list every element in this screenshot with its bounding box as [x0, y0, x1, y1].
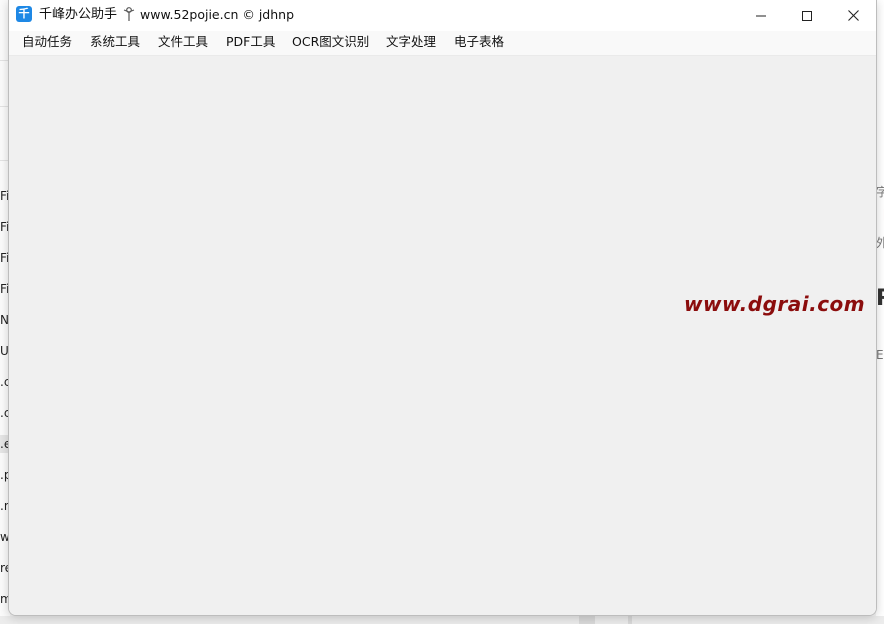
- watermark: www.dgrai.com: [684, 292, 866, 316]
- background-text: 外: [876, 236, 884, 250]
- content-area: [9, 56, 876, 615]
- pin-icon: [123, 7, 135, 21]
- maximize-icon: [802, 10, 812, 21]
- background-bottom-strip: [0, 616, 884, 624]
- app-logo-icon: 千: [16, 6, 32, 22]
- close-button[interactable]: [830, 0, 876, 31]
- menu-item-text-processing[interactable]: 文字处理: [382, 31, 440, 55]
- menu-item-spreadsheet[interactable]: 电子表格: [450, 31, 508, 55]
- background-right-pane: 字 【 外 R E,: [876, 0, 884, 624]
- menu-item-pdf-tools[interactable]: PDF工具: [222, 31, 279, 55]
- scrollbar-thumb[interactable]: [579, 616, 595, 624]
- background-text: 【: [876, 206, 884, 223]
- menu-item-file-tools[interactable]: 文件工具: [154, 31, 212, 55]
- background-text: 字: [876, 185, 884, 199]
- maximize-button[interactable]: [784, 0, 830, 31]
- window-subtitle: www.52pojie.cn © jdhnp: [140, 7, 295, 22]
- close-icon: [847, 10, 859, 21]
- window-title: 千峰办公助手: [39, 7, 118, 22]
- menu-item-system-tools[interactable]: 系统工具: [86, 31, 144, 55]
- menu-item-auto-tasks[interactable]: 自动任务: [18, 31, 76, 55]
- minimize-icon: [756, 15, 766, 16]
- menu-item-ocr[interactable]: OCR图文识别: [288, 31, 373, 55]
- background-text: E,: [876, 348, 884, 362]
- divider: [628, 616, 632, 624]
- menu-bar: 自动任务 系统工具 文件工具 PDF工具 OCR图文识别 文字处理 电子表格: [9, 31, 876, 56]
- title-bar[interactable]: 千 千峰办公助手 www.52pojie.cn © jdhnp: [9, 0, 876, 31]
- minimize-button[interactable]: [738, 0, 784, 31]
- background-text: R: [876, 286, 884, 311]
